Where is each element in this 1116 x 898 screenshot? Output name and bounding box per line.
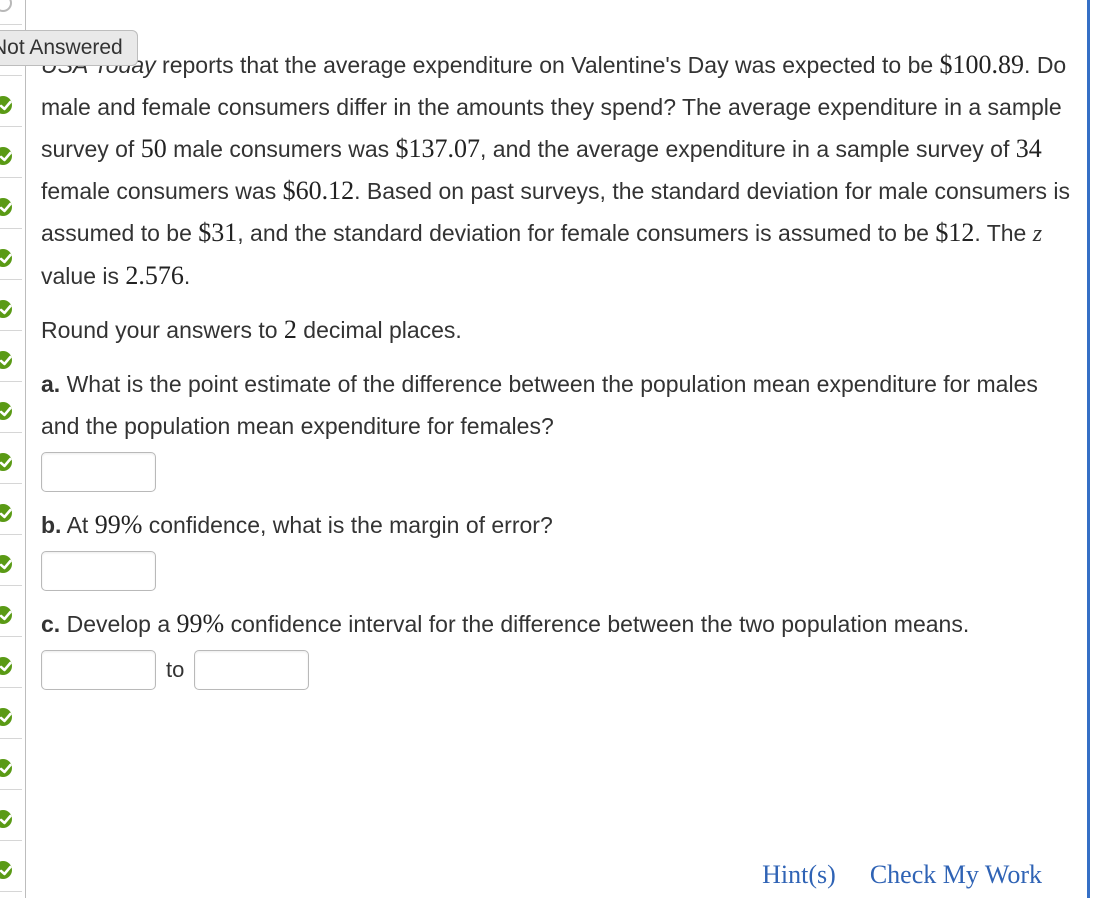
answered-check-icon[interactable]	[0, 606, 12, 624]
question-intro: USA Today reports that the average expen…	[41, 44, 1081, 297]
answered-check-icon[interactable]	[0, 147, 12, 165]
rounding-text: decimal places.	[296, 317, 462, 343]
rail-separator	[0, 635, 22, 637]
intro-text: , and the average expenditure in a sampl…	[480, 136, 1016, 162]
female-std-dev-value: $12	[935, 218, 975, 247]
part-a-answer-row	[41, 450, 1081, 494]
rail-separator	[0, 227, 22, 229]
part-a-text: What is the point estimate of the differ…	[41, 371, 1038, 439]
rail-separator	[0, 482, 22, 484]
part-b-text: At	[61, 512, 95, 538]
expected-average-value: $100.89	[939, 50, 1025, 79]
answered-check-icon[interactable]	[0, 198, 12, 216]
hints-link[interactable]: Hint(s)	[762, 860, 836, 890]
intro-text: . The	[974, 220, 1033, 246]
rail-separator	[0, 329, 22, 331]
answered-check-icon[interactable]	[0, 555, 12, 573]
rail-separator	[0, 380, 22, 382]
confidence-level: 99%	[176, 609, 225, 638]
part-c-answer-row: to	[41, 648, 1081, 692]
confidence-level: 99%	[94, 510, 143, 539]
answer-status-tab: Not Answered	[0, 30, 138, 66]
z-value: 2.576	[125, 261, 184, 290]
check-my-work-link[interactable]: Check My Work	[870, 860, 1042, 890]
z-variable: z	[1032, 221, 1043, 247]
rail-separator	[0, 431, 22, 433]
part-c-text: Develop a	[60, 611, 177, 637]
rail-separator	[0, 23, 22, 25]
answered-check-icon[interactable]	[0, 861, 12, 879]
content-border-right	[1087, 0, 1090, 898]
answered-check-icon[interactable]	[0, 708, 12, 726]
part-b-answer-input[interactable]	[41, 551, 156, 591]
rail-separator	[0, 788, 22, 790]
rail-separator	[0, 74, 22, 76]
question-content: USA Today reports that the average expen…	[41, 44, 1081, 702]
rail-separator	[0, 584, 22, 586]
part-b-text: confidence, what is the margin of error?	[142, 512, 553, 538]
intro-text: value is	[41, 263, 126, 289]
rail-divider	[25, 0, 26, 898]
intro-text: reports that the average expenditure on …	[155, 52, 940, 78]
decimal-places-value: 2	[283, 315, 297, 344]
part-c-text: confidence interval for the difference b…	[224, 611, 970, 637]
unanswered-circle-icon[interactable]	[0, 0, 12, 12]
answered-check-icon[interactable]	[0, 453, 12, 471]
rail-separator	[0, 533, 22, 535]
rounding-instruction: Round your answers to 2 decimal places.	[41, 309, 1081, 351]
answered-check-icon[interactable]	[0, 759, 12, 777]
status-label: Not Answered	[0, 36, 123, 59]
answered-check-icon[interactable]	[0, 402, 12, 420]
rounding-text: Round your answers to	[41, 317, 284, 343]
part-a-prompt: a. What is the point estimate of the dif…	[41, 363, 1081, 447]
answered-check-icon[interactable]	[0, 96, 12, 114]
rail-separator	[0, 890, 22, 892]
part-c-lower-bound-input[interactable]	[41, 650, 156, 690]
answered-check-icon[interactable]	[0, 300, 12, 318]
male-sample-size: 50	[140, 134, 167, 163]
rail-separator	[0, 839, 22, 841]
rail-separator	[0, 125, 22, 127]
part-c-prompt: c. Develop a 99% confidence interval for…	[41, 603, 1081, 645]
part-c-label: c.	[41, 611, 61, 637]
part-b-prompt: b. At 99% confidence, what is the margin…	[41, 504, 1081, 546]
rail-separator	[0, 278, 22, 280]
answered-check-icon[interactable]	[0, 504, 12, 522]
rail-separator	[0, 176, 22, 178]
part-b-answer-row	[41, 549, 1081, 593]
answered-check-icon[interactable]	[0, 351, 12, 369]
part-a-answer-input[interactable]	[41, 452, 156, 492]
intro-text: male consumers was	[166, 136, 396, 162]
intro-text: .	[183, 263, 191, 289]
answered-check-icon[interactable]	[0, 657, 12, 675]
question-navigation-rail	[0, 0, 26, 898]
male-average-value: $137.07	[395, 134, 481, 163]
part-c-upper-bound-input[interactable]	[194, 650, 310, 690]
part-a-label: a.	[41, 371, 61, 397]
answered-check-icon[interactable]	[0, 810, 12, 828]
intro-text: , and the standard deviation for female …	[237, 220, 936, 246]
male-std-dev-value: $31	[198, 218, 238, 247]
part-b-label: b.	[41, 512, 62, 538]
interval-to-label: to	[166, 657, 185, 682]
female-average-value: $60.12	[282, 176, 355, 205]
rail-separator	[0, 686, 22, 688]
answered-check-icon[interactable]	[0, 249, 12, 267]
rail-separator	[0, 737, 22, 739]
intro-text: female consumers was	[41, 178, 283, 204]
question-footer: Hint(s) Check My Work	[762, 860, 1042, 890]
female-sample-size: 34	[1015, 134, 1042, 163]
